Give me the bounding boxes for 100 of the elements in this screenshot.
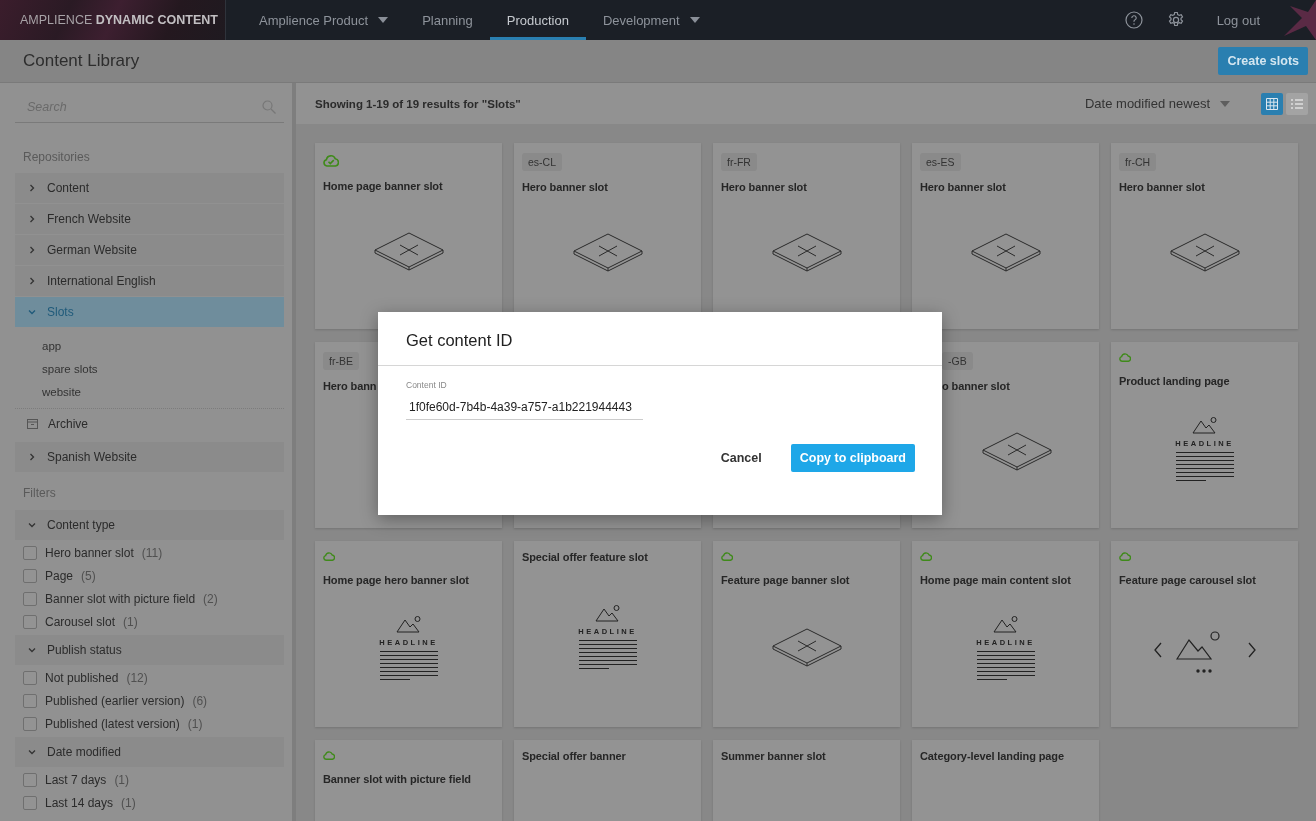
filter-group-header[interactable]: Date modified — [15, 737, 284, 767]
search-icon — [262, 100, 276, 114]
content-card[interactable]: fr-CH Hero banner slot — [1111, 143, 1298, 329]
checkbox[interactable] — [23, 545, 37, 560]
card-title: Hero banner slot — [721, 181, 807, 193]
filter-label: Page — [45, 568, 74, 583]
checkbox[interactable] — [23, 591, 37, 606]
checkbox[interactable] — [23, 772, 37, 787]
copy-button[interactable]: Copy to clipboard — [790, 444, 915, 472]
nav-tab[interactable]: Planning — [405, 0, 490, 40]
chevron-down-icon — [27, 520, 37, 530]
filter-group-header[interactable]: Content type — [15, 510, 284, 540]
text-lines-icon — [379, 651, 438, 680]
locale-tag: fr-FR — [721, 153, 757, 171]
filter-label: Published (latest version) — [45, 716, 180, 731]
chevron-right-icon — [27, 245, 37, 255]
repository-item[interactable]: Spanish Website — [15, 442, 284, 472]
filter-label: Last 14 days — [45, 795, 114, 810]
card-title: Home page banner slot — [323, 180, 443, 192]
mountain-icon — [1191, 416, 1218, 434]
slot-placeholder-icon — [969, 231, 1042, 273]
view-toggle[interactable] — [1261, 92, 1283, 115]
help-icon[interactable] — [1124, 11, 1143, 29]
content-card[interactable]: Banner slot with picture field — [315, 740, 502, 821]
repository-item[interactable]: German Website — [15, 235, 284, 265]
folder-item[interactable]: app — [15, 334, 62, 357]
card-title: Feature page carousel slot — [1119, 574, 1256, 586]
nav-tab[interactable]: Development — [585, 0, 717, 40]
checkbox[interactable] — [23, 670, 37, 685]
filter-label: Carousel slot — [45, 614, 116, 629]
caret-icon — [1220, 100, 1230, 107]
locale-tag: es-ES — [920, 153, 961, 171]
field-label: Content ID — [406, 380, 448, 390]
card-title: Home page main content slot — [920, 574, 1071, 586]
slot-placeholder-icon — [770, 627, 843, 668]
card-title: Hero banner slot — [522, 181, 608, 193]
checkbox[interactable] — [23, 568, 37, 583]
locale-tag: es-CL — [522, 153, 562, 171]
logout-link[interactable]: Log out — [1198, 12, 1282, 28]
checkbox[interactable] — [23, 795, 37, 810]
content-card[interactable]: Summer banner slot — [713, 740, 900, 821]
filter-count: (1) — [123, 614, 138, 629]
filter-count: (12) — [126, 670, 148, 685]
card-title: o banner slot — [942, 380, 1010, 392]
repository-item[interactable]: Content — [15, 173, 284, 203]
slot-placeholder-icon — [571, 231, 644, 273]
locale-tag: fr-BE — [323, 352, 359, 370]
slot-placeholder-icon — [980, 430, 1053, 472]
content-card[interactable]: Feature page banner slot — [713, 541, 900, 727]
mountain-icon — [594, 603, 621, 622]
folder-item[interactable]: spare slots — [15, 357, 98, 380]
page-title: Content Library — [23, 51, 140, 71]
filter-count: (6) — [192, 693, 208, 708]
chevron-down-icon — [27, 645, 37, 655]
card-title: Banner slot with picture field — [323, 773, 471, 785]
content-card[interactable]: Special offer banner — [514, 740, 701, 821]
card-title: Home page hero banner slot — [323, 574, 469, 586]
filter-label: Hero banner slot — [45, 545, 134, 560]
content-card[interactable]: Feature page carousel slot — [1111, 541, 1298, 727]
filter-label: Last 7 days — [45, 772, 107, 787]
card-title: Hero banner slot — [1119, 181, 1205, 193]
chevron-right-icon — [27, 452, 37, 462]
checkbox[interactable] — [23, 716, 37, 731]
text-lines-icon — [1175, 452, 1234, 481]
checkbox[interactable] — [23, 614, 37, 629]
card-title: Summer banner slot — [721, 750, 826, 762]
chevron-down-icon — [27, 307, 37, 317]
settings-icon[interactable] — [1166, 11, 1185, 29]
cancel-button[interactable]: Cancel — [711, 444, 771, 472]
filter-group-header[interactable]: Publish status — [15, 635, 284, 665]
sort-dropdown[interactable]: Date modified newest — [1079, 95, 1236, 112]
repository-item[interactable]: International English — [15, 266, 284, 296]
card-title: Special offer banner — [522, 750, 626, 762]
card-title: Category-level landing page — [920, 750, 1064, 762]
filter-count: (1) — [114, 772, 130, 787]
card-title: Hero bann — [323, 380, 377, 392]
checkbox[interactable] — [23, 693, 37, 708]
content-id-field[interactable]: 1f0fe60d-7b4b-4a39-a757-a1b221944443 — [409, 400, 643, 414]
nav-tab[interactable]: Amplience Product — [242, 0, 406, 40]
content-card[interactable]: Home page banner slot — [315, 143, 502, 329]
repository-item[interactable]: French Website — [15, 204, 284, 234]
create-slots-button[interactable]: Create slots — [1218, 47, 1308, 75]
archive-item[interactable]: Archive — [15, 409, 284, 439]
content-card[interactable]: es-ES Hero banner slot — [912, 143, 1099, 329]
brand-logo: AMPLIENCE DYNAMIC CONTENT — [0, 0, 226, 40]
locale-tag: -GB — [942, 352, 973, 370]
mountain-icon — [395, 615, 422, 633]
slot-placeholder-icon — [770, 231, 843, 273]
filter-count: (1) — [121, 795, 136, 810]
filter-count: (5) — [81, 568, 96, 583]
view-toggle[interactable] — [1286, 92, 1308, 115]
folder-item[interactable]: website — [15, 380, 81, 403]
chevron-right-icon — [27, 214, 37, 224]
filter-label: Published (earlier version) — [45, 693, 185, 708]
filter-label: Banner slot with picture field — [45, 591, 196, 606]
locale-tag: fr-CH — [1119, 153, 1157, 171]
content-card[interactable]: Category-level landing page — [912, 740, 1099, 821]
filter-count: (11) — [141, 545, 163, 560]
filter-count: (1) — [187, 716, 203, 731]
chevron-down-icon — [27, 747, 37, 757]
